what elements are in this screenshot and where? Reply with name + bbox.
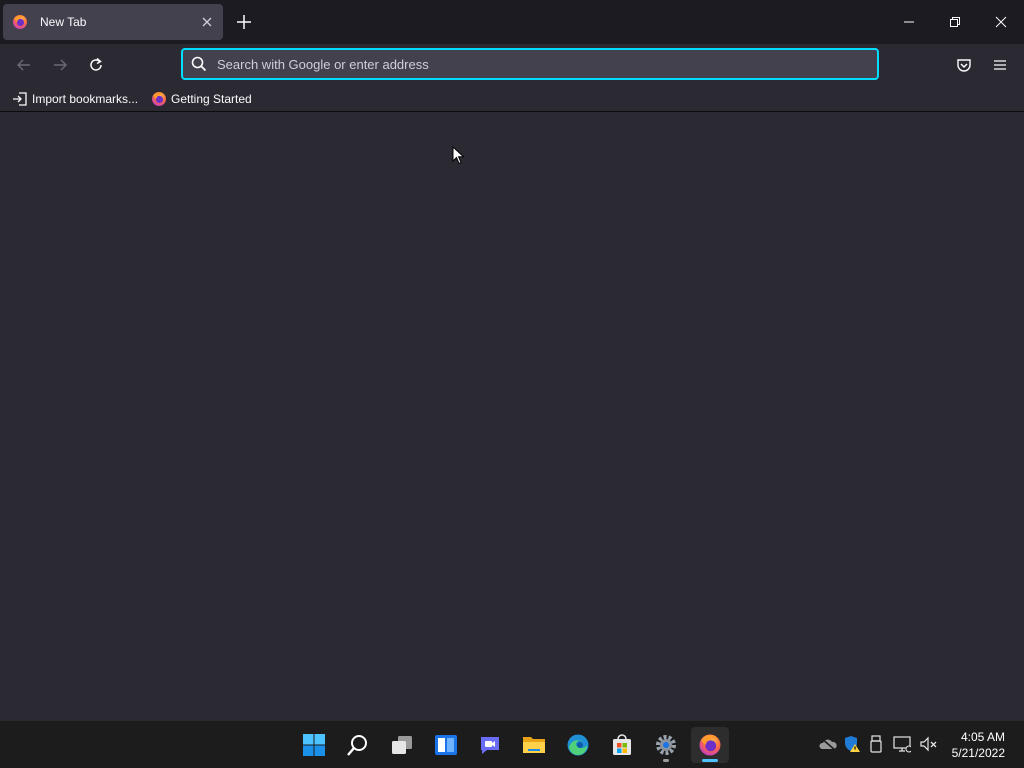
clock-time: 4:05 AM xyxy=(960,730,1005,744)
firefox-icon xyxy=(152,92,166,106)
bookmark-import[interactable]: Import bookmarks... xyxy=(12,90,138,108)
reload-button[interactable] xyxy=(84,53,108,77)
hamburger-menu-icon xyxy=(994,60,1006,70)
search-icon xyxy=(347,735,367,756)
app-menu-button[interactable] xyxy=(988,53,1012,77)
screen: New Tab Search with Google or enter addr… xyxy=(0,0,1024,768)
mouse-cursor-icon xyxy=(452,146,465,165)
onedrive-tray-button[interactable] xyxy=(819,735,837,753)
search-icon xyxy=(191,56,207,72)
windows-start-icon xyxy=(303,734,325,756)
widgets-icon xyxy=(435,735,457,755)
restore-icon xyxy=(950,17,960,27)
teams-chat-button[interactable] xyxy=(471,727,509,763)
onedrive-offline-icon xyxy=(819,737,837,751)
store-icon xyxy=(613,734,631,755)
volume-muted-icon xyxy=(920,736,937,752)
bookmark-getting-started[interactable]: Getting Started xyxy=(151,90,252,108)
defender-warning-icon xyxy=(845,736,860,752)
reload-icon xyxy=(90,57,102,71)
bookmark-label: Getting Started xyxy=(171,92,252,106)
firefox-icon xyxy=(13,15,27,29)
taskbar-search-button[interactable] xyxy=(339,727,377,763)
task-view-icon xyxy=(392,736,412,754)
usb-icon xyxy=(870,735,882,753)
folder-icon xyxy=(523,737,545,753)
widgets-button[interactable] xyxy=(427,727,465,763)
firefox-icon xyxy=(699,734,721,756)
usb-tray-button[interactable] xyxy=(867,735,885,753)
active-indicator xyxy=(702,759,718,762)
taskbar: 4:05 AM 5/21/2022 xyxy=(0,720,1024,768)
teams-chat-icon xyxy=(481,737,499,754)
close-icon xyxy=(995,16,1007,28)
tab-new-tab[interactable]: New Tab xyxy=(3,4,223,40)
firefox-taskbar-button[interactable] xyxy=(691,727,729,763)
running-indicator xyxy=(663,759,669,762)
network-tray-button[interactable] xyxy=(893,735,911,753)
close-window-button[interactable] xyxy=(978,0,1024,44)
navigation-toolbar xyxy=(0,44,1024,86)
title-bar: New Tab xyxy=(0,0,1024,44)
address-input[interactable] xyxy=(217,56,857,72)
start-button[interactable] xyxy=(295,727,333,763)
task-view-button[interactable] xyxy=(383,727,421,763)
minimize-button[interactable] xyxy=(886,0,932,44)
restore-button[interactable] xyxy=(932,0,978,44)
pocket-icon xyxy=(957,59,971,72)
back-arrow-icon xyxy=(17,59,30,71)
settings-button[interactable] xyxy=(647,727,685,763)
import-icon xyxy=(13,92,27,106)
edge-icon xyxy=(567,734,589,756)
system-clock[interactable]: 4:05 AM 5/21/2022 xyxy=(952,729,1005,761)
forward-button[interactable] xyxy=(48,53,72,77)
store-button[interactable] xyxy=(603,727,641,763)
address-bar[interactable] xyxy=(181,48,879,80)
bookmark-label: Import bookmarks... xyxy=(32,92,139,106)
back-button[interactable] xyxy=(12,53,36,77)
defender-tray-button[interactable] xyxy=(843,735,861,753)
network-icon xyxy=(893,736,911,753)
close-icon[interactable] xyxy=(199,14,215,30)
page-content[interactable] xyxy=(0,113,1024,720)
forward-arrow-icon xyxy=(54,59,67,71)
new-tab-plus-icon[interactable] xyxy=(234,12,254,32)
clock-date: 5/21/2022 xyxy=(951,746,1005,760)
edge-button[interactable] xyxy=(559,727,597,763)
volume-tray-button[interactable] xyxy=(919,735,937,753)
pocket-button[interactable] xyxy=(952,53,976,77)
file-explorer-button[interactable] xyxy=(515,727,553,763)
minimize-icon xyxy=(904,21,914,23)
tab-title: New Tab xyxy=(40,15,87,29)
gear-icon xyxy=(656,735,676,755)
bookmarks-toolbar: Import bookmarks... Getting Started xyxy=(0,86,1024,112)
